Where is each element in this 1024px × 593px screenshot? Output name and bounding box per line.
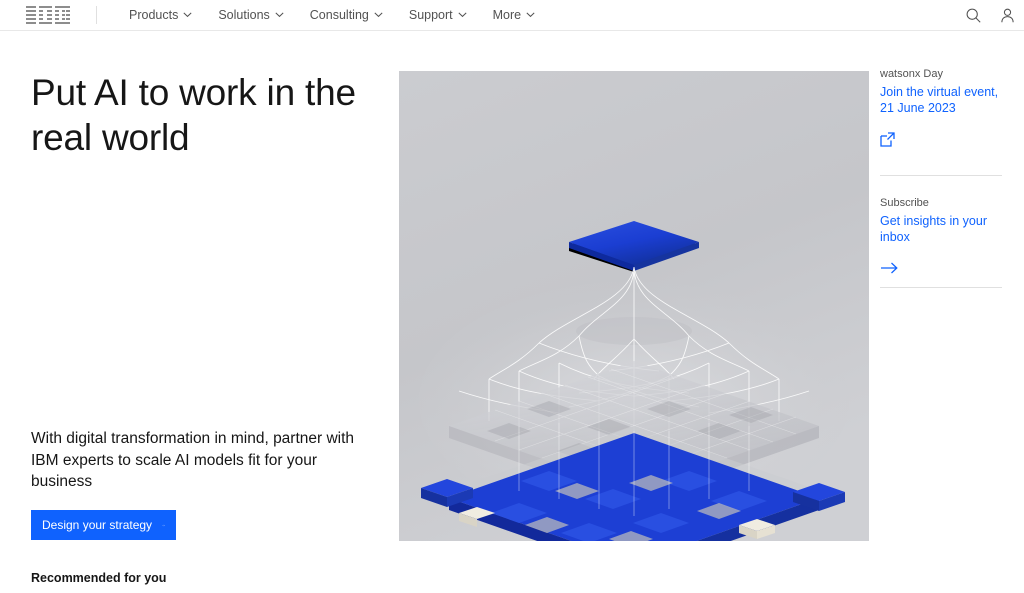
masthead: Products Solutions Consulting Support Mo… <box>0 0 1024 31</box>
ibm-logo[interactable] <box>0 0 96 31</box>
nav-label: More <box>492 8 522 22</box>
account-button[interactable] <box>990 0 1024 31</box>
external-link-icon[interactable] <box>880 132 895 147</box>
arrow-right-icon[interactable] <box>880 261 899 275</box>
masthead-actions <box>956 0 1024 31</box>
chevron-down-icon <box>526 12 535 18</box>
design-your-strategy-button[interactable]: Design your strategy <box>31 510 176 540</box>
rail-eyebrow: Subscribe <box>880 197 929 209</box>
rail-link-subscribe[interactable]: Get insights in your inbox <box>880 213 1002 245</box>
chevron-down-icon <box>275 12 284 18</box>
nav-item-more[interactable]: More <box>480 0 548 31</box>
search-icon <box>966 8 981 23</box>
arrow-right-icon <box>162 524 165 526</box>
masthead-divider <box>96 6 97 24</box>
cta-label: Design your strategy <box>42 518 153 532</box>
search-button[interactable] <box>956 0 990 31</box>
nav-label: Products <box>129 8 179 22</box>
rail-divider-top <box>880 175 1002 176</box>
recommended-heading: Recommended for you <box>31 571 167 585</box>
ibm-logo-icon <box>26 6 70 24</box>
rail-link-virtual-event[interactable]: Join the virtual event, 21 June 2023 <box>880 84 1002 116</box>
page-title: Put AI to work in the real world <box>31 72 356 158</box>
nav-item-products[interactable]: Products <box>116 0 205 31</box>
hero-subheading: With digital transformation in mind, par… <box>31 430 355 490</box>
rail-divider-bottom <box>880 287 1002 288</box>
primary-navigation: Products Solutions Consulting Support Mo… <box>116 0 548 31</box>
ibm-homepage: Products Solutions Consulting Support Mo… <box>0 0 1024 593</box>
nav-item-consulting[interactable]: Consulting <box>297 0 396 31</box>
rail-card-watsonx-day: watsonx Day Join the virtual event, 21 J… <box>880 66 1002 147</box>
chevron-down-icon <box>374 12 383 18</box>
user-profile-icon <box>1000 8 1014 23</box>
hero-illustration-graphic <box>399 71 869 541</box>
chevron-down-icon <box>458 12 467 18</box>
rail-eyebrow: watsonx Day <box>880 68 943 80</box>
chevron-down-icon <box>183 12 192 18</box>
nav-label: Solutions <box>218 8 270 22</box>
nav-label: Support <box>408 8 453 22</box>
rail-card-subscribe: Subscribe Get insights in your inbox <box>880 195 1002 275</box>
nav-item-solutions[interactable]: Solutions <box>205 0 296 31</box>
hero-illustration <box>399 71 869 541</box>
nav-label: Consulting <box>309 8 369 22</box>
nav-item-support[interactable]: Support <box>396 0 480 31</box>
